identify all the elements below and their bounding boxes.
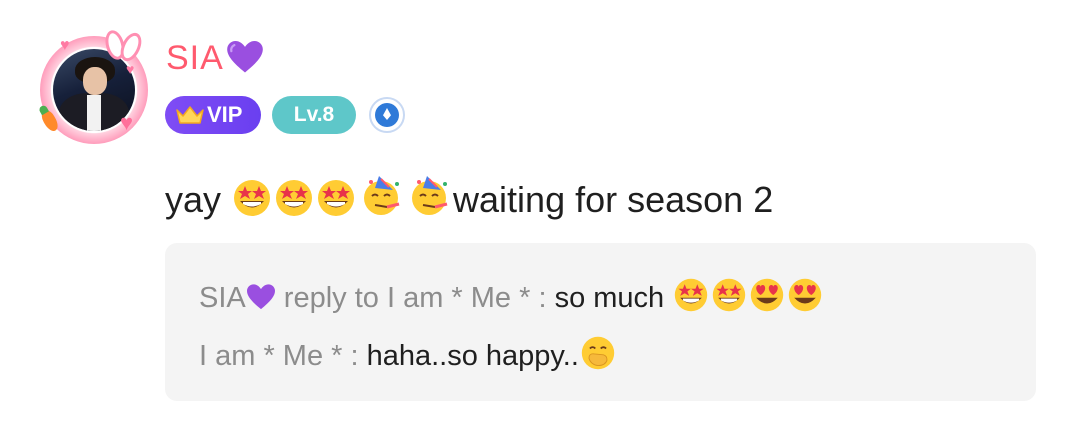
username[interactable]: SIA <box>166 38 264 82</box>
reply-connector: : <box>342 340 367 372</box>
purple-heart-emoji-icon <box>227 40 263 73</box>
vip-badge-label: VIP <box>207 102 243 127</box>
partying-face-emoji-icon <box>364 176 400 215</box>
heart-decoration-icon: ♥ <box>60 37 70 54</box>
star-struck-emoji-icon <box>675 278 708 312</box>
comment-body: yay waiting for season 2 <box>165 174 773 222</box>
reply-author[interactable]: SIA <box>199 282 246 314</box>
heart-eyes-emoji-icon <box>789 278 822 312</box>
reply-connector: reply to I am * Me * : <box>275 282 555 314</box>
star-struck-emoji-icon <box>318 180 355 216</box>
star-struck-emoji-icon <box>713 278 746 312</box>
reply-text: haha..so happy.. <box>366 340 579 372</box>
star-struck-emoji-icon <box>276 180 313 216</box>
reply-item[interactable]: I am * Me * : haha..so happy.. <box>199 335 617 374</box>
heart-decoration-icon: ♥ <box>126 61 135 77</box>
reply-text: so much <box>554 282 673 314</box>
replies-panel[interactable] <box>165 243 1036 401</box>
avatar[interactable]: ♥ ♥ ♥ <box>39 28 148 144</box>
heart-decoration-icon: ♥ <box>120 110 134 135</box>
star-struck-emoji-icon <box>234 180 271 216</box>
purple-heart-emoji-icon <box>246 284 275 310</box>
level-badge[interactable]: Lv.8 <box>272 96 356 134</box>
username-text: SIA <box>166 39 224 77</box>
partying-face-emoji-icon <box>412 176 448 215</box>
reply-author[interactable]: I am * Me * <box>199 340 342 372</box>
comment-text-prefix: yay <box>165 179 232 220</box>
comment-item: ♥ ♥ ♥ SIA VIP Lv.8 yay waiting for seaso… <box>0 0 1080 428</box>
comment-text-suffix: waiting for season 2 <box>453 179 774 220</box>
crown-icon <box>176 106 204 124</box>
hand-over-mouth-emoji-icon <box>581 336 615 370</box>
blue-medal-icon[interactable] <box>369 97 405 133</box>
vip-badge[interactable]: VIP <box>165 96 261 134</box>
reply-item[interactable]: SIA reply to I am * Me * : so much <box>199 277 824 316</box>
heart-eyes-emoji-icon <box>751 278 784 312</box>
